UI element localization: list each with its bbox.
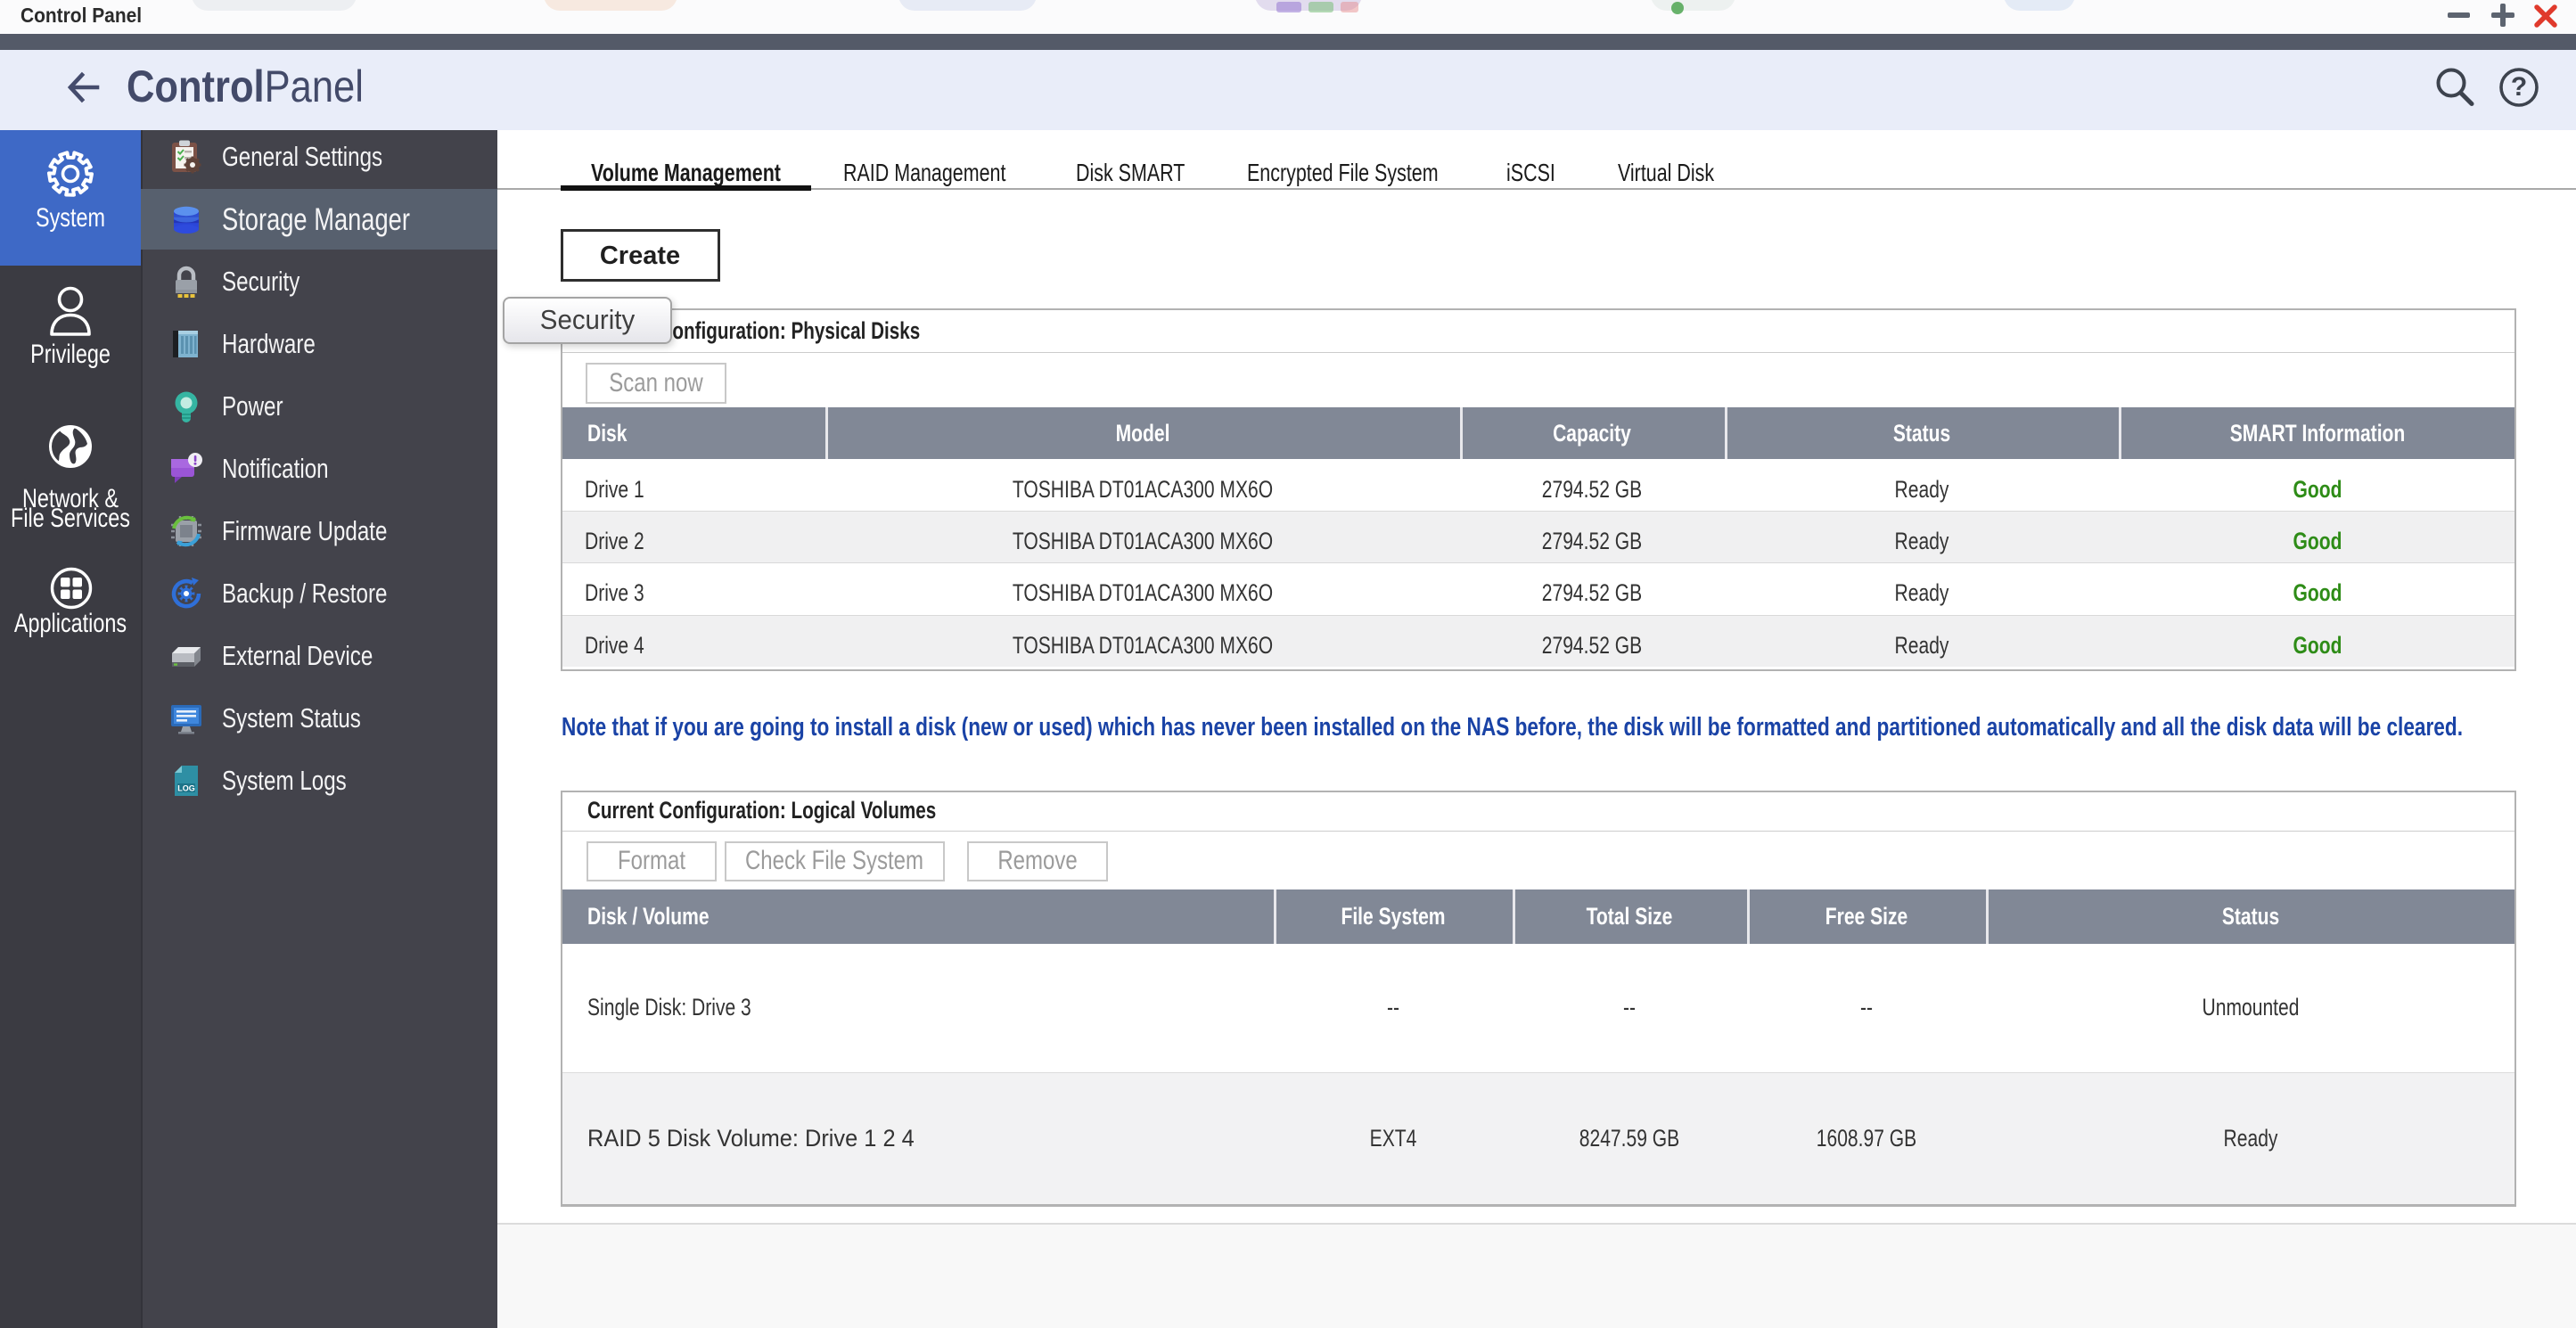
svg-text:?: ? xyxy=(2511,72,2527,102)
svg-text:LOG: LOG xyxy=(177,784,195,793)
